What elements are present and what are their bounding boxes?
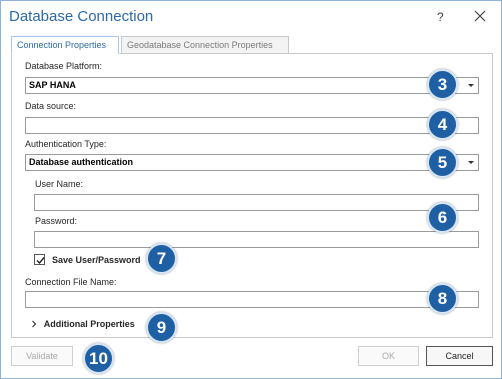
auth-type-value: Database authentication bbox=[29, 157, 134, 167]
platform-value: SAP HANA bbox=[29, 80, 76, 90]
user-name-input[interactable] bbox=[34, 194, 479, 211]
callout-3: 3 bbox=[427, 69, 458, 100]
ok-button[interactable]: OK bbox=[358, 346, 419, 366]
callout-7: 7 bbox=[146, 243, 177, 274]
dropdown-arrow-icon bbox=[468, 84, 474, 87]
checkmark-icon bbox=[36, 257, 45, 265]
callout-5: 5 bbox=[427, 147, 458, 178]
callout-6: 6 bbox=[427, 202, 458, 233]
callout-9: 9 bbox=[146, 312, 177, 343]
validate-button[interactable]: Validate bbox=[11, 346, 73, 366]
platform-label: Database Platform: bbox=[25, 61, 103, 71]
chevron-right-icon bbox=[32, 320, 37, 328]
additional-properties-expander[interactable]: Additional Properties bbox=[30, 319, 135, 330]
tab-connection-properties[interactable]: Connection Properties bbox=[11, 36, 119, 54]
save-user-password-checkbox[interactable] bbox=[34, 254, 45, 265]
save-user-password-label[interactable]: Save User/Password bbox=[52, 255, 141, 265]
data-source-input[interactable] bbox=[25, 117, 479, 134]
cancel-button[interactable]: Cancel bbox=[426, 346, 493, 366]
connection-file-label: Connection File Name: bbox=[25, 277, 117, 287]
data-source-label: Data source: bbox=[25, 101, 77, 111]
user-name-label: User Name: bbox=[35, 179, 84, 189]
close-button[interactable] bbox=[471, 7, 489, 25]
dialog-title: Database Connection bbox=[9, 8, 154, 25]
connection-file-input[interactable] bbox=[25, 291, 479, 308]
help-button[interactable]: ? bbox=[437, 10, 444, 24]
platform-select[interactable]: SAP HANA bbox=[25, 77, 479, 94]
auth-type-select[interactable]: Database authentication bbox=[25, 154, 479, 171]
password-input[interactable] bbox=[34, 231, 479, 248]
auth-type-label: Authentication Type: bbox=[25, 139, 107, 149]
close-icon bbox=[474, 10, 486, 22]
callout-8: 8 bbox=[427, 283, 458, 314]
tab-geodatabase-connection-properties[interactable]: Geodatabase Connection Properties bbox=[121, 36, 289, 54]
database-connection-dialog: Database Connection ? Connection Propert… bbox=[0, 0, 502, 379]
dropdown-arrow-icon bbox=[468, 161, 474, 164]
additional-properties-label: Additional Properties bbox=[43, 319, 135, 329]
callout-10: 10 bbox=[83, 343, 114, 374]
password-label: Password: bbox=[35, 216, 78, 226]
callout-4: 4 bbox=[427, 109, 458, 140]
